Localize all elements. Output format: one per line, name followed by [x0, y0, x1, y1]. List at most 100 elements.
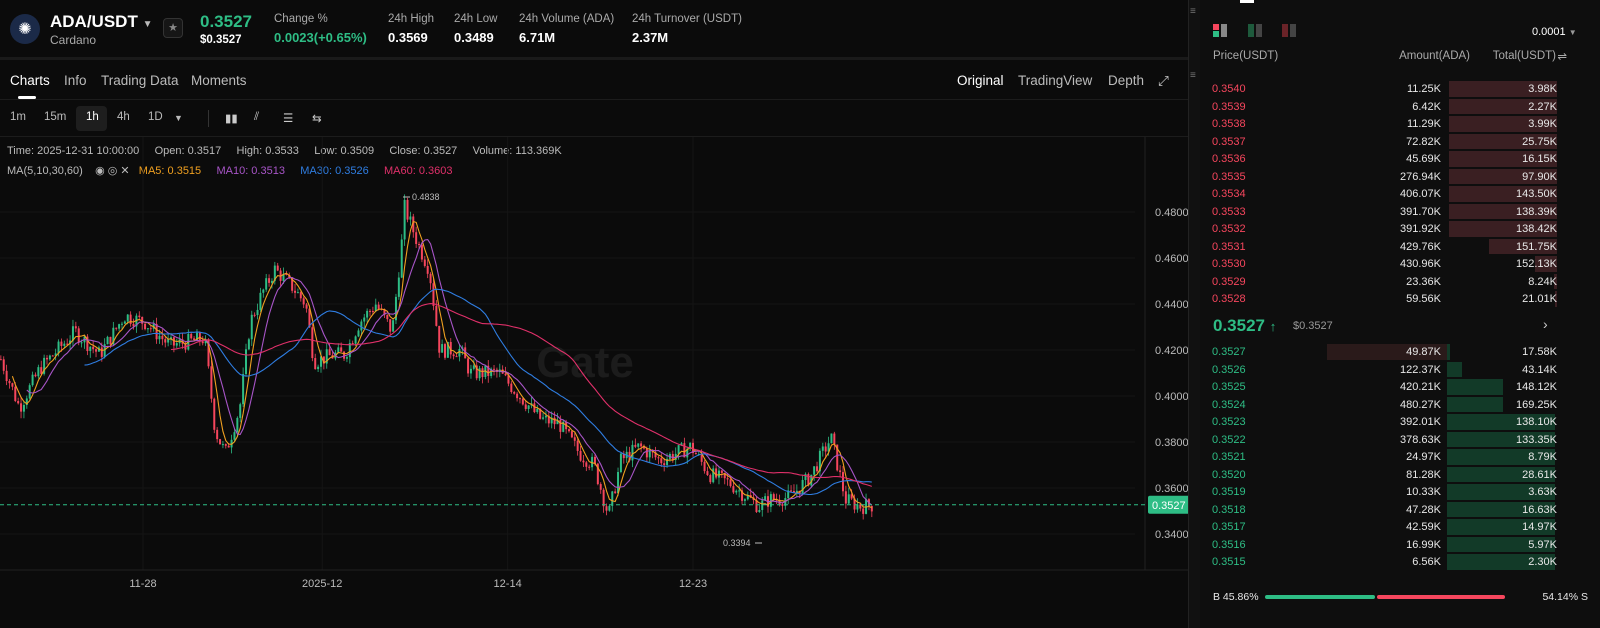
- active-tab-indicator: [1240, 0, 1254, 3]
- candle-body: [221, 444, 224, 446]
- ask-row[interactable]: 0.3528 59.56K 21.01K: [1212, 290, 1557, 308]
- candle-body: [259, 292, 262, 310]
- col-amount: Amount(ADA): [1399, 50, 1470, 62]
- candle-body: [31, 374, 34, 386]
- tab-charts[interactable]: Charts: [10, 73, 50, 88]
- timeframe-1h[interactable]: 1h: [86, 111, 99, 123]
- ask-row[interactable]: 0.3532 391.92K 138.42K: [1212, 220, 1557, 238]
- view-tradingview[interactable]: TradingView: [1018, 73, 1092, 88]
- tab-moments[interactable]: Moments: [191, 73, 247, 88]
- candle-body: [833, 433, 836, 445]
- ask-row[interactable]: 0.3531 429.76K 151.75K: [1212, 238, 1557, 256]
- candle-body: [250, 314, 253, 340]
- bid-row[interactable]: 0.3526 122.37K 43.14K: [1212, 361, 1557, 379]
- sort-icon[interactable]: ⇌: [1557, 49, 1567, 63]
- candlestick-chart[interactable]: 0.4800 0.4600 0.4400 0.4200 0.4000 0.3800 0.36…: [0, 137, 1190, 597]
- precision-select[interactable]: 0.0001 ▼: [1532, 26, 1577, 38]
- candle-body: [663, 463, 666, 466]
- timeframe-1d[interactable]: 1D: [148, 111, 163, 123]
- bid-row[interactable]: 0.3522 378.63K 133.35K: [1212, 431, 1557, 449]
- tab-trading-data[interactable]: Trading Data: [101, 73, 179, 88]
- ask-row[interactable]: 0.3537 72.82K 25.75K: [1212, 133, 1557, 151]
- menu-icon[interactable]: ≡: [1190, 6, 1196, 17]
- bid-row[interactable]: 0.3515 6.56K 2.30K: [1212, 553, 1557, 571]
- bid-row[interactable]: 0.3524 480.27K 169.25K: [1212, 396, 1557, 414]
- ask-row[interactable]: 0.3539 6.42K 2.27K: [1212, 98, 1557, 116]
- candlestick-type-icon[interactable]: ▮▮: [225, 111, 238, 125]
- bid-row[interactable]: 0.3518 47.28K 16.63K: [1212, 501, 1557, 519]
- sell-ratio: 54.14% S: [1542, 591, 1588, 603]
- settings-icon[interactable]: ⇆: [312, 111, 322, 125]
- candle-body: [576, 440, 579, 451]
- candle-body: [164, 339, 167, 343]
- bid-row[interactable]: 0.3525 420.21K 148.12K: [1212, 378, 1557, 396]
- candle-body: [247, 339, 250, 350]
- ask-row[interactable]: 0.3533 391.70K 138.39K: [1212, 203, 1557, 221]
- y-tick-label: 0.3400: [1155, 529, 1189, 541]
- candle-body: [717, 470, 720, 478]
- candle-body: [77, 328, 80, 343]
- ask-row[interactable]: 0.3534 406.07K 143.50K: [1212, 185, 1557, 203]
- fullscreen-icon[interactable]: ⤢: [1158, 73, 1169, 89]
- ask-row[interactable]: 0.3530 430.96K 152.13K: [1212, 255, 1557, 273]
- candle-body: [573, 437, 576, 441]
- candle-body: [640, 443, 643, 447]
- ask-row[interactable]: 0.3536 45.69K 16.15K: [1212, 150, 1557, 168]
- drawing-tools-icon[interactable]: ☰: [283, 111, 293, 125]
- candle-body: [89, 346, 92, 352]
- candle-body: [553, 417, 556, 425]
- bid-row[interactable]: 0.3520 81.28K 28.61K: [1212, 466, 1557, 484]
- ask-row[interactable]: 0.3535 276.94K 97.90K: [1212, 168, 1557, 186]
- y-tick-label: 0.3600: [1155, 483, 1189, 495]
- menu-icon[interactable]: ≡: [1190, 70, 1196, 81]
- y-tick-label: 0.4600: [1155, 253, 1189, 265]
- candle-body: [582, 460, 585, 463]
- candle-body: [357, 330, 360, 337]
- candle-body: [844, 491, 847, 504]
- tab-info[interactable]: Info: [64, 73, 87, 88]
- favorite-star-icon[interactable]: ★: [163, 18, 183, 38]
- coin-name: Cardano: [50, 33, 97, 47]
- candle-body: [420, 245, 423, 260]
- candle-body: [544, 415, 547, 418]
- view-both-icon[interactable]: [1213, 24, 1228, 38]
- chevron-right-icon[interactable]: ›: [1543, 316, 1548, 332]
- candle-body: [118, 324, 121, 329]
- ask-row[interactable]: 0.3540 11.25K 3.98K: [1212, 80, 1557, 98]
- timeframe-4h[interactable]: 4h: [117, 111, 130, 123]
- bid-row[interactable]: 0.3523 392.01K 138.10K: [1212, 413, 1557, 431]
- ask-row[interactable]: 0.3529 23.36K 8.24K: [1212, 273, 1557, 291]
- view-original[interactable]: Original: [957, 73, 1004, 88]
- candle-body: [268, 278, 271, 283]
- candle-body: [71, 326, 74, 341]
- candle-body: [472, 365, 475, 369]
- candle-body: [570, 431, 573, 438]
- view-asks-icon[interactable]: [1282, 24, 1297, 38]
- candle-body: [366, 310, 369, 318]
- timeframe-1m[interactable]: 1m: [10, 111, 26, 123]
- bid-row[interactable]: 0.3517 42.59K 14.97K: [1212, 518, 1557, 536]
- candle-body: [20, 403, 23, 412]
- bid-row[interactable]: 0.3527 49.87K 17.58K: [1212, 343, 1557, 361]
- candle-body: [804, 474, 807, 481]
- candle-body: [337, 347, 340, 353]
- bid-row[interactable]: 0.3519 10.33K 3.63K: [1212, 483, 1557, 501]
- view-bids-icon[interactable]: [1248, 24, 1263, 38]
- view-depth[interactable]: Depth: [1108, 73, 1144, 88]
- ask-row[interactable]: 0.3538 11.29K 3.99K: [1212, 115, 1557, 133]
- candle-body: [542, 417, 545, 419]
- buy-ratio: B 45.86%: [1213, 591, 1259, 603]
- panel-resizer[interactable]: ≡ ≡: [1188, 0, 1200, 628]
- candle-body: [536, 408, 539, 413]
- indicator-icon[interactable]: ⫽: [254, 111, 259, 124]
- bid-row[interactable]: 0.3516 16.99K 5.97K: [1212, 536, 1557, 554]
- candle-body: [504, 373, 507, 376]
- timeframe-dropdown-icon[interactable]: ▼: [174, 113, 183, 123]
- candle-body: [455, 356, 458, 358]
- pair-selector[interactable]: ADA/USDT ▼: [50, 12, 152, 32]
- timeframe-15m[interactable]: 15m: [44, 111, 66, 123]
- candle-body: [429, 273, 432, 284]
- bid-row[interactable]: 0.3521 24.97K 8.79K: [1212, 448, 1557, 466]
- candle-body: [256, 309, 259, 316]
- candle-body: [351, 343, 354, 345]
